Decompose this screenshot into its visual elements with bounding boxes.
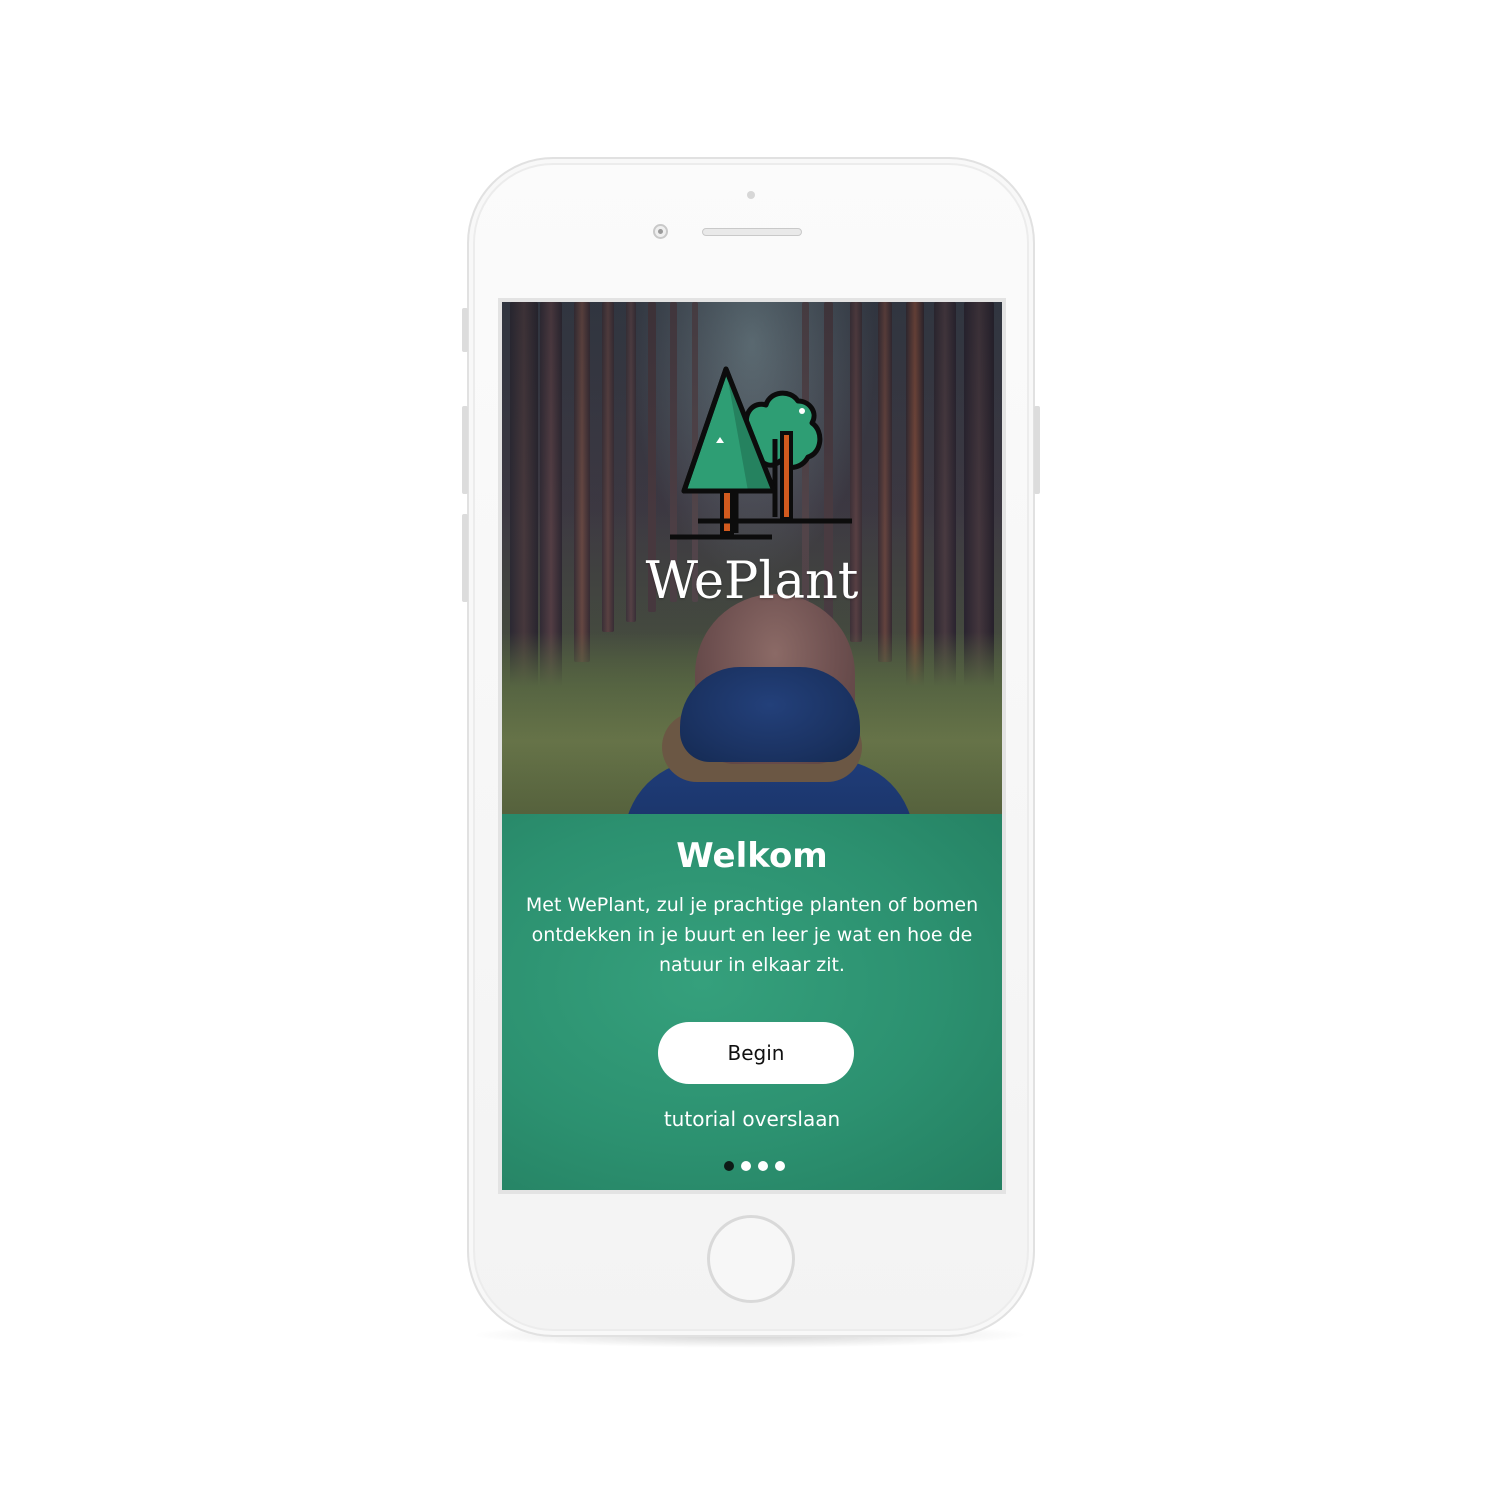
welcome-title: Welkom [676, 836, 828, 876]
trees-logo-icon [670, 366, 852, 540]
welcome-panel: Welkom Met WePlant, zul je prachtige pla… [502, 814, 1002, 1190]
page-dot[interactable] [758, 1161, 768, 1171]
mockup-stage: WePlant Welkom Met WePlant, zul je prach… [0, 0, 1500, 1500]
hero-forest-image: WePlant [502, 302, 1002, 814]
volume-down-button [462, 514, 468, 602]
page-dot[interactable] [741, 1161, 751, 1171]
begin-button[interactable]: Begin [658, 1022, 854, 1084]
page-dot[interactable] [724, 1161, 734, 1171]
page-indicator [724, 1161, 794, 1173]
front-camera [653, 224, 668, 239]
earpiece-speaker [702, 228, 802, 236]
welcome-description: Met WePlant, zul je prachtige planten of… [525, 894, 979, 976]
volume-up-button [462, 406, 468, 494]
brand-name: WePlant [645, 552, 859, 611]
person-hood [680, 667, 860, 762]
mute-switch [462, 308, 468, 352]
proximity-sensor [747, 191, 755, 199]
skip-tutorial-link[interactable]: tutorial overslaan [502, 1107, 1002, 1131]
power-button [1034, 406, 1040, 494]
page-dot[interactable] [775, 1161, 785, 1171]
home-button[interactable] [707, 1215, 795, 1303]
phone-screen: WePlant Welkom Met WePlant, zul je prach… [498, 298, 1006, 1194]
